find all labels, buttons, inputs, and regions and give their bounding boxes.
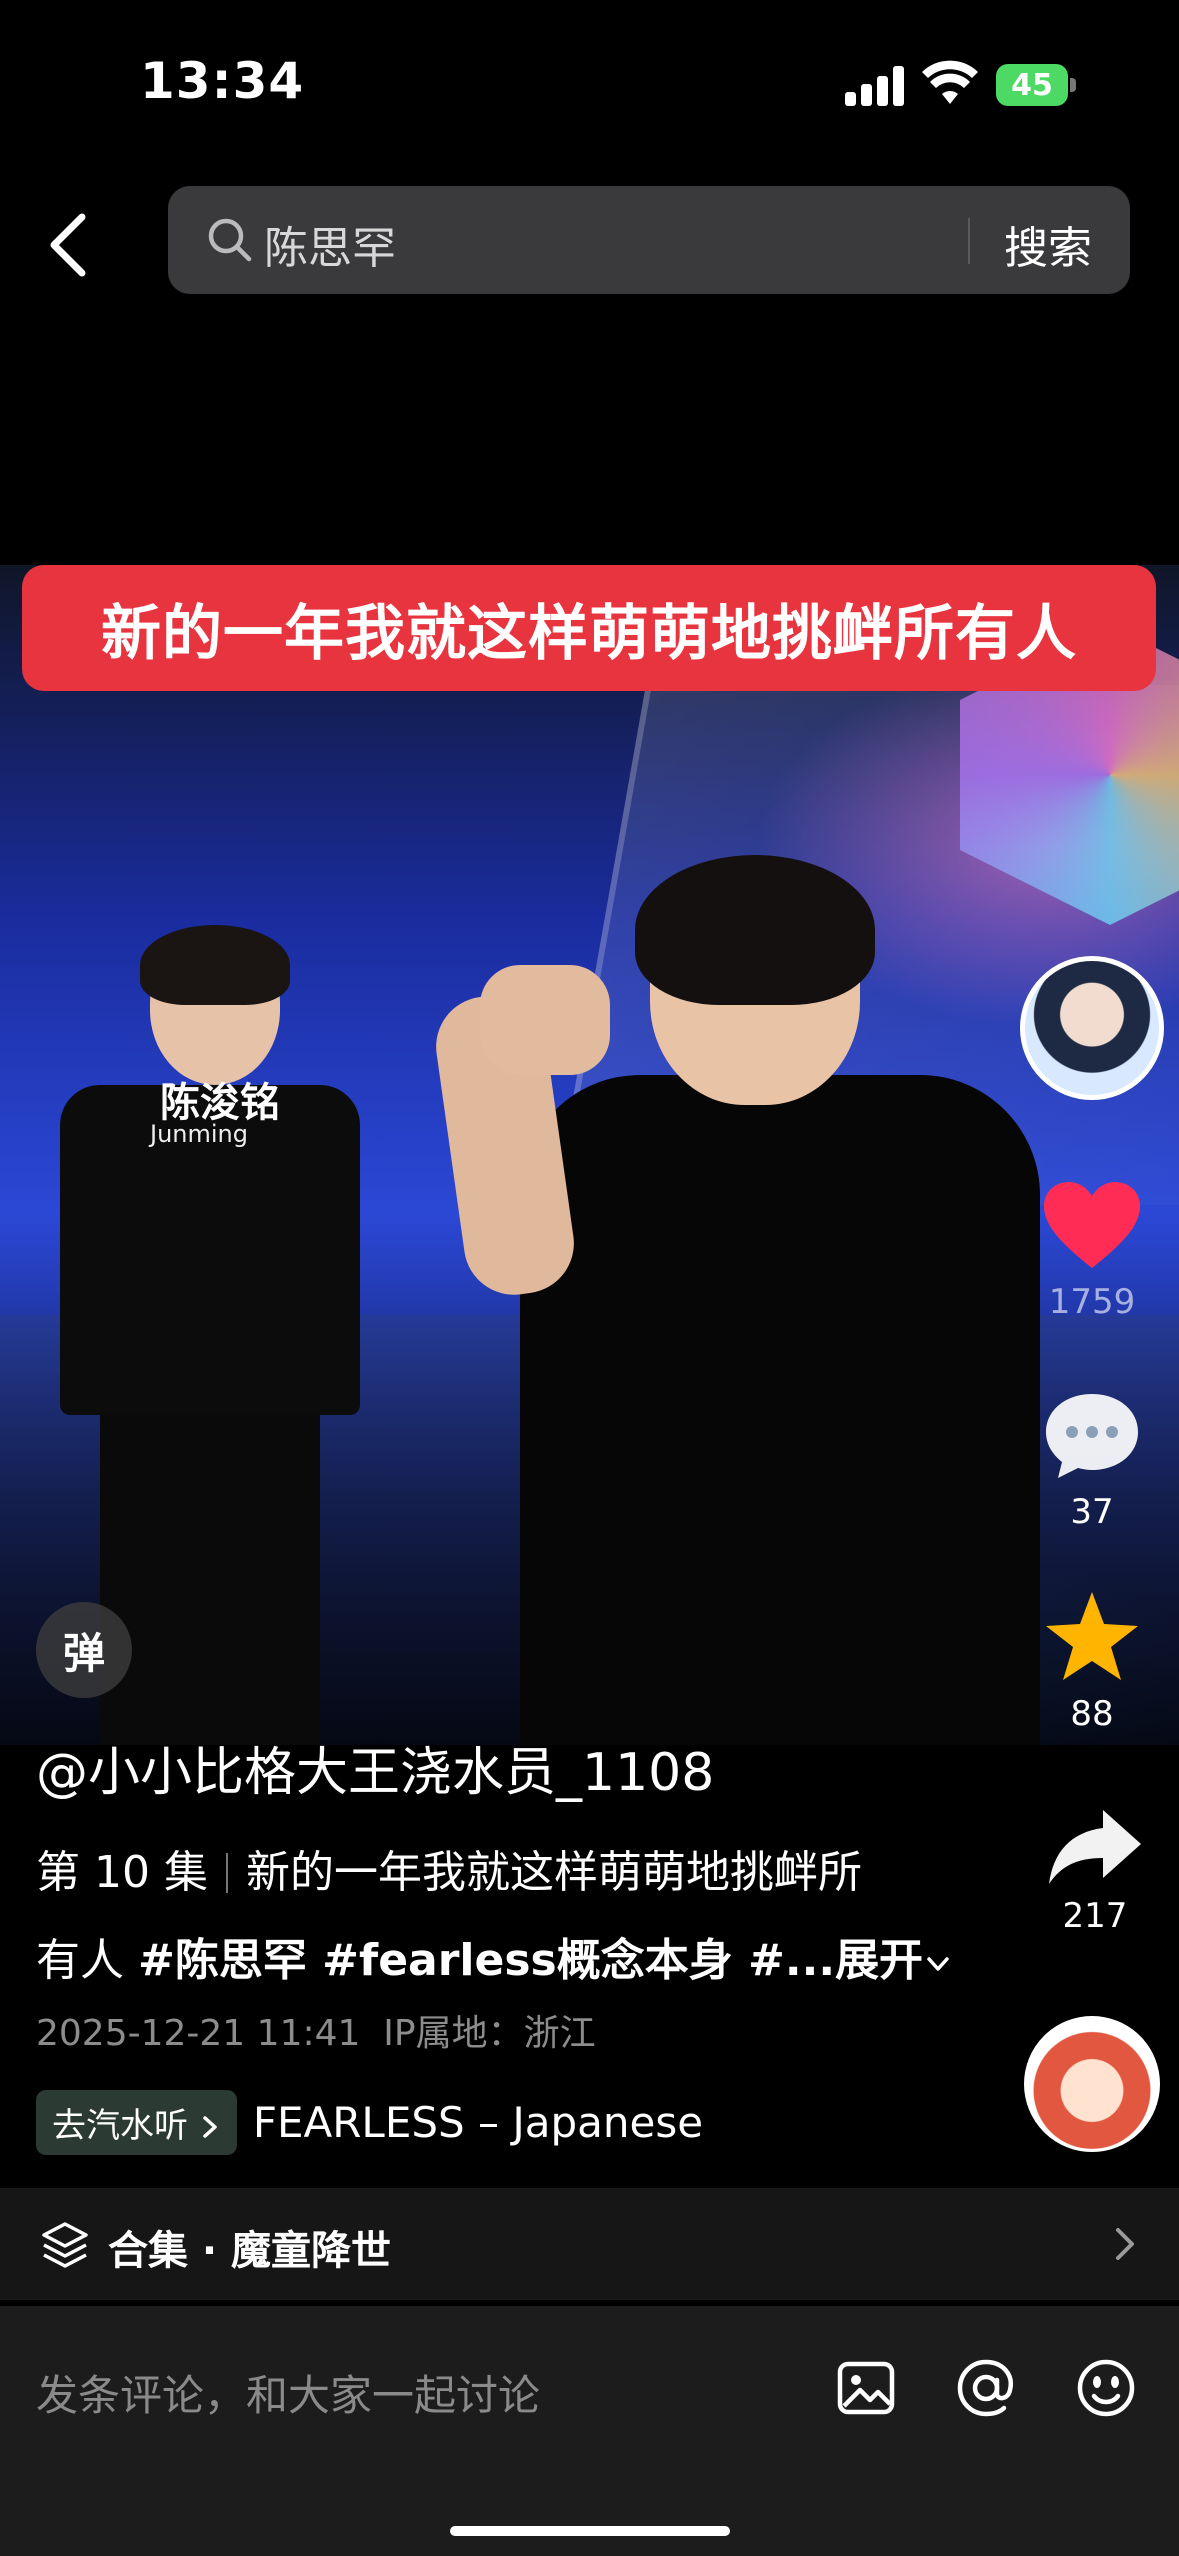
favorite-count: 88 — [1070, 1694, 1114, 1734]
share-icon — [1049, 1810, 1141, 1884]
performer-right — [420, 855, 1060, 1745]
danmaku-label: 弹 — [62, 1628, 105, 1678]
episode-divider — [225, 1853, 228, 1893]
video-caption-banner: 新的一年我就这样萌萌地挑衅所有人 — [22, 565, 1156, 691]
search-icon — [208, 218, 252, 262]
video-caption: 新的一年我就这样萌萌地挑衅所有人 — [101, 598, 1077, 669]
search-input[interactable]: 陈思罕 — [264, 212, 396, 276]
at-icon[interactable] — [954, 2356, 1018, 2420]
expand-label: 展开 — [835, 1935, 924, 1986]
expand-button[interactable]: 展开 — [835, 1935, 951, 1986]
like-count: 1759 — [1048, 1282, 1136, 1322]
favorite-button[interactable]: 88 — [1030, 1588, 1154, 1734]
music-row[interactable]: 去汽水听 FEARLESS – Japanese — [36, 2090, 703, 2155]
star-icon — [1046, 1592, 1138, 1680]
heart-icon — [1044, 1182, 1140, 1268]
shirt-subtext: Junming — [150, 1120, 248, 1148]
back-icon[interactable] — [40, 205, 100, 285]
chevron-right-icon — [203, 2116, 217, 2138]
creator-avatar[interactable] — [1020, 956, 1164, 1100]
chevron-right-icon — [1116, 2228, 1134, 2260]
collection-icon — [42, 2222, 88, 2268]
music-tag-label: 去汽水听 — [52, 2106, 188, 2146]
chevron-down-icon — [927, 1957, 949, 1971]
video-description: 第 10 集新的一年我就这样萌萌地挑衅所 — [36, 1836, 862, 1900]
image-icon[interactable] — [834, 2356, 898, 2420]
episode-label[interactable]: 第 10 集 — [36, 1847, 208, 1898]
home-indicator[interactable] — [450, 2526, 730, 2536]
share-count: 217 — [1062, 1896, 1128, 1936]
cellular-signal-icon — [845, 66, 907, 106]
post-timestamp: 2025-12-21 11:41 — [36, 2013, 361, 2054]
description-line-1: 新的一年我就这样萌萌地挑衅所 — [245, 1847, 862, 1898]
post-meta: 2025-12-21 11:41 IP属地：浙江 — [36, 2004, 596, 2056]
status-bar: 13:34 45 — [0, 0, 1179, 170]
comment-icon — [1046, 1394, 1138, 1478]
danmaku-toggle-button[interactable]: 弹 — [36, 1602, 132, 1698]
video-description-line-2: 有人 #陈思罕 #fearless概念本身 #...展开 — [36, 1924, 951, 1988]
search-divider — [968, 218, 970, 264]
status-time: 13:34 — [140, 52, 305, 110]
comment-input[interactable]: 发条评论，和大家一起讨论 — [36, 2362, 540, 2423]
ip-location: IP属地：浙江 — [383, 2013, 596, 2054]
battery-level: 45 — [996, 64, 1068, 106]
comment-bar: 发条评论，和大家一起讨论 — [0, 2306, 1179, 2556]
share-button[interactable]: 217 — [1040, 1806, 1150, 1936]
like-button[interactable]: 1759 — [1030, 1180, 1154, 1322]
author-name[interactable]: @小小比格大王浇水员_1108 — [36, 1730, 714, 1805]
hashtags[interactable]: #陈思罕 #fearless概念本身 #... — [138, 1935, 835, 1986]
description-line-2: 有人 — [36, 1935, 138, 1986]
video-player[interactable]: 陈浚铭 Junming — [0, 565, 1179, 1745]
collection-bar[interactable]: 合集 · 魔童降世 — [0, 2188, 1179, 2300]
listen-in-qishui-button[interactable]: 去汽水听 — [36, 2090, 237, 2155]
comment-button[interactable]: 37 — [1030, 1390, 1154, 1532]
search-bar[interactable]: 陈思罕 搜索 — [168, 186, 1130, 294]
music-title[interactable]: FEARLESS – Japanese — [253, 2098, 703, 2147]
emoji-icon[interactable] — [1074, 2356, 1138, 2420]
wifi-icon — [922, 60, 978, 104]
collection-label: 合集 · 魔童降世 — [108, 2228, 392, 2274]
battery-icon: 45 — [996, 64, 1076, 106]
comment-count: 37 — [1070, 1492, 1114, 1532]
search-button[interactable]: 搜索 — [1004, 212, 1092, 276]
music-disc-avatar[interactable] — [1024, 2016, 1160, 2152]
